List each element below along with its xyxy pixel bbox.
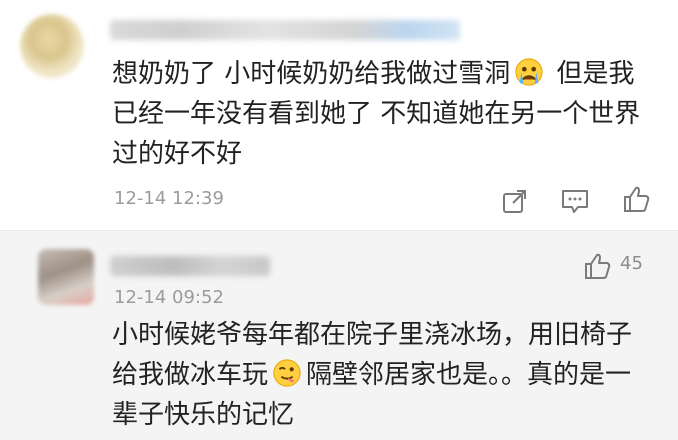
like-icon[interactable] bbox=[621, 184, 651, 214]
avatar[interactable] bbox=[38, 249, 94, 305]
comment-text: 小时候姥爷每年都在院子里浇冰场，用旧椅子给我做冰车玩 隔壁邻居家也是。。真的是一辈… bbox=[112, 320, 633, 430]
avatar[interactable] bbox=[20, 14, 84, 78]
comment-text: 想奶奶了 小时候奶奶给我做过雪洞 但是我已经一年没有看到她了 不知道她在另一个世… bbox=[112, 58, 641, 169]
like-count: 45 bbox=[620, 253, 643, 274]
share-icon[interactable] bbox=[500, 186, 530, 216]
comment-icon[interactable] bbox=[560, 186, 590, 216]
like-icon[interactable] bbox=[582, 251, 612, 281]
tongue-out-face-icon bbox=[273, 359, 301, 387]
comment-item: 想奶奶了 小时候奶奶给我做过雪洞 但是我已经一年没有看到她了 不知道她在另一个世… bbox=[0, 0, 678, 231]
timestamp: 12-14 09:52 bbox=[114, 287, 224, 308]
username-blurred[interactable] bbox=[110, 20, 460, 40]
comment-item: 45 12-14 09:52 小时候姥爷每年都在院子里浇冰场，用旧椅子给我做冰车… bbox=[0, 231, 678, 440]
timestamp: 12-14 12:39 bbox=[114, 188, 224, 209]
crying-face-icon bbox=[515, 58, 543, 86]
username-blurred[interactable] bbox=[110, 256, 270, 276]
